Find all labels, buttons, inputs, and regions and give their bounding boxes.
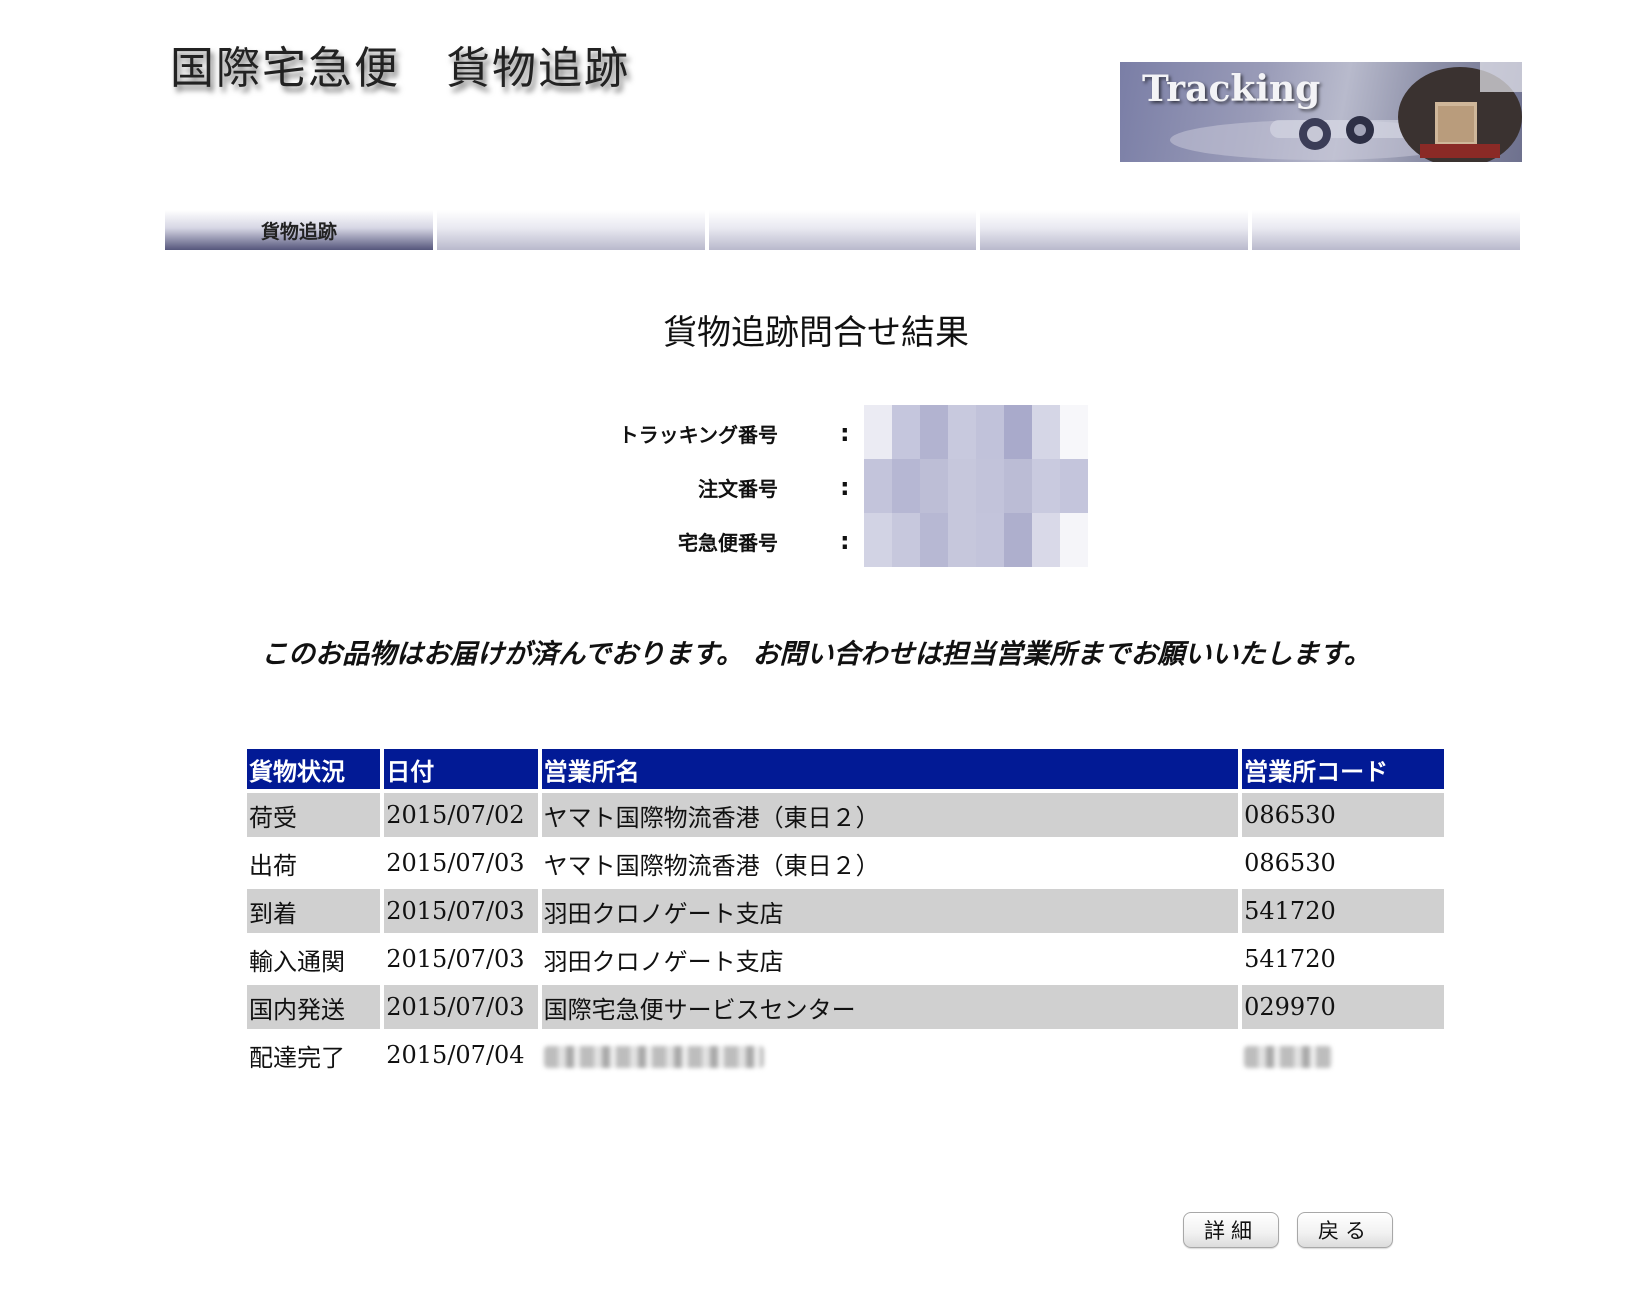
takkyubin-number-label: 宅急便番号 [678,531,778,555]
tab-5[interactable] [1252,210,1520,250]
detail-button[interactable]: 詳細 [1183,1212,1279,1248]
info-row-takkyubin-number: 宅急便番号 : [500,513,1200,567]
header-date: 日付 [384,749,538,789]
status-cell: 荷受 [247,793,381,837]
office-code-cell: 086530 [1244,849,1336,877]
table-row: 配達完了 2015/07/04 [247,1033,1444,1077]
date-cell: 2015/07/03 [384,889,538,933]
colon: : [840,473,850,501]
redacted-office-name [543,1045,764,1068]
colon: : [840,527,850,555]
office-code-cell: 541720 [1242,889,1444,933]
colon: : [840,419,850,447]
table-row: 出荷 2015/07/03 ヤマト国際物流香港（東日２） 086530 [247,841,1444,885]
header-office-name: 営業所名 [541,749,1239,789]
office-code-cell-redacted [1242,1033,1444,1077]
delivery-notice: このお品物はお届けが済んでおります。 お問い合わせは担当営業所までお願いいたしま… [261,639,1371,670]
info-row-tracking-number: トラッキング番号 : [500,405,1200,459]
order-number-label: 注文番号 [698,477,778,501]
date-cell: 2015/07/03 [384,985,538,1029]
status-cell: 輸入通関 [249,947,345,976]
status-table: 貨物状況 日付 営業所名 営業所コード 荷受 2015/07/02 ヤマト国際物… [243,745,1448,1081]
tab-tracking[interactable]: 貨物追跡 [165,210,433,250]
header-office-code: 営業所コード [1242,749,1444,789]
back-button[interactable]: 戻る [1297,1212,1393,1248]
tab-3[interactable] [708,210,977,250]
header-status: 貨物状況 [247,749,381,789]
date-cell: 2015/07/02 [384,793,538,837]
office-name-cell: ヤマト国際物流香港（東日２） [541,793,1239,837]
tracking-banner: Tracking [1120,62,1522,162]
office-code-cell: 086530 [1242,793,1444,837]
table-row: 荷受 2015/07/02 ヤマト国際物流香港（東日２） 086530 [247,793,1444,837]
status-cell: 出荷 [249,851,297,880]
office-code-cell: 029970 [1242,985,1444,1029]
nav-tabs: 貨物追跡 [165,210,1520,250]
tracking-number-label: トラッキング番号 [618,423,778,447]
tab-4[interactable] [980,210,1249,250]
table-row: 到着 2015/07/03 羽田クロノゲート支店 541720 [247,889,1444,933]
table-header-row: 貨物状況 日付 営業所名 営業所コード [247,749,1444,789]
office-name-cell: 羽田クロノゲート支店 [541,889,1239,933]
table-row: 輸入通関 2015/07/03 羽田クロノゲート支店 541720 [247,937,1444,981]
status-cell: 配達完了 [249,1043,345,1072]
office-name-cell: ヤマト国際物流香港（東日２） [543,851,880,880]
office-name-cell: 羽田クロノゲート支店 [543,947,784,976]
office-code-cell: 541720 [1244,945,1336,973]
banner-title: Tracking [1142,68,1321,110]
tab-2[interactable] [436,210,705,250]
office-name-cell: 国際宅急便サービスセンター [541,985,1239,1029]
page-title: 貨物追跡問合せ結果 [663,313,969,353]
info-row-order-number: 注文番号 : [500,459,1200,513]
order-number-redacted [864,459,1088,513]
table-row: 国内発送 2015/07/03 国際宅急便サービスセンター 029970 [247,985,1444,1029]
site-title: 国際宅急便 貨物追跡 [170,43,630,94]
office-name-cell-redacted [542,1033,1238,1077]
date-cell: 2015/07/03 [386,945,525,973]
tracking-info: トラッキング番号 : 注文番号 : 宅急便番号 : [500,405,1200,567]
tracking-number-redacted [864,405,1088,459]
redacted-office-code [1244,1045,1333,1068]
date-cell: 2015/07/04 [386,1041,525,1069]
date-cell: 2015/07/03 [386,849,525,877]
takkyubin-number-redacted [864,513,1088,567]
status-cell: 国内発送 [247,985,381,1029]
status-cell: 到着 [247,889,381,933]
